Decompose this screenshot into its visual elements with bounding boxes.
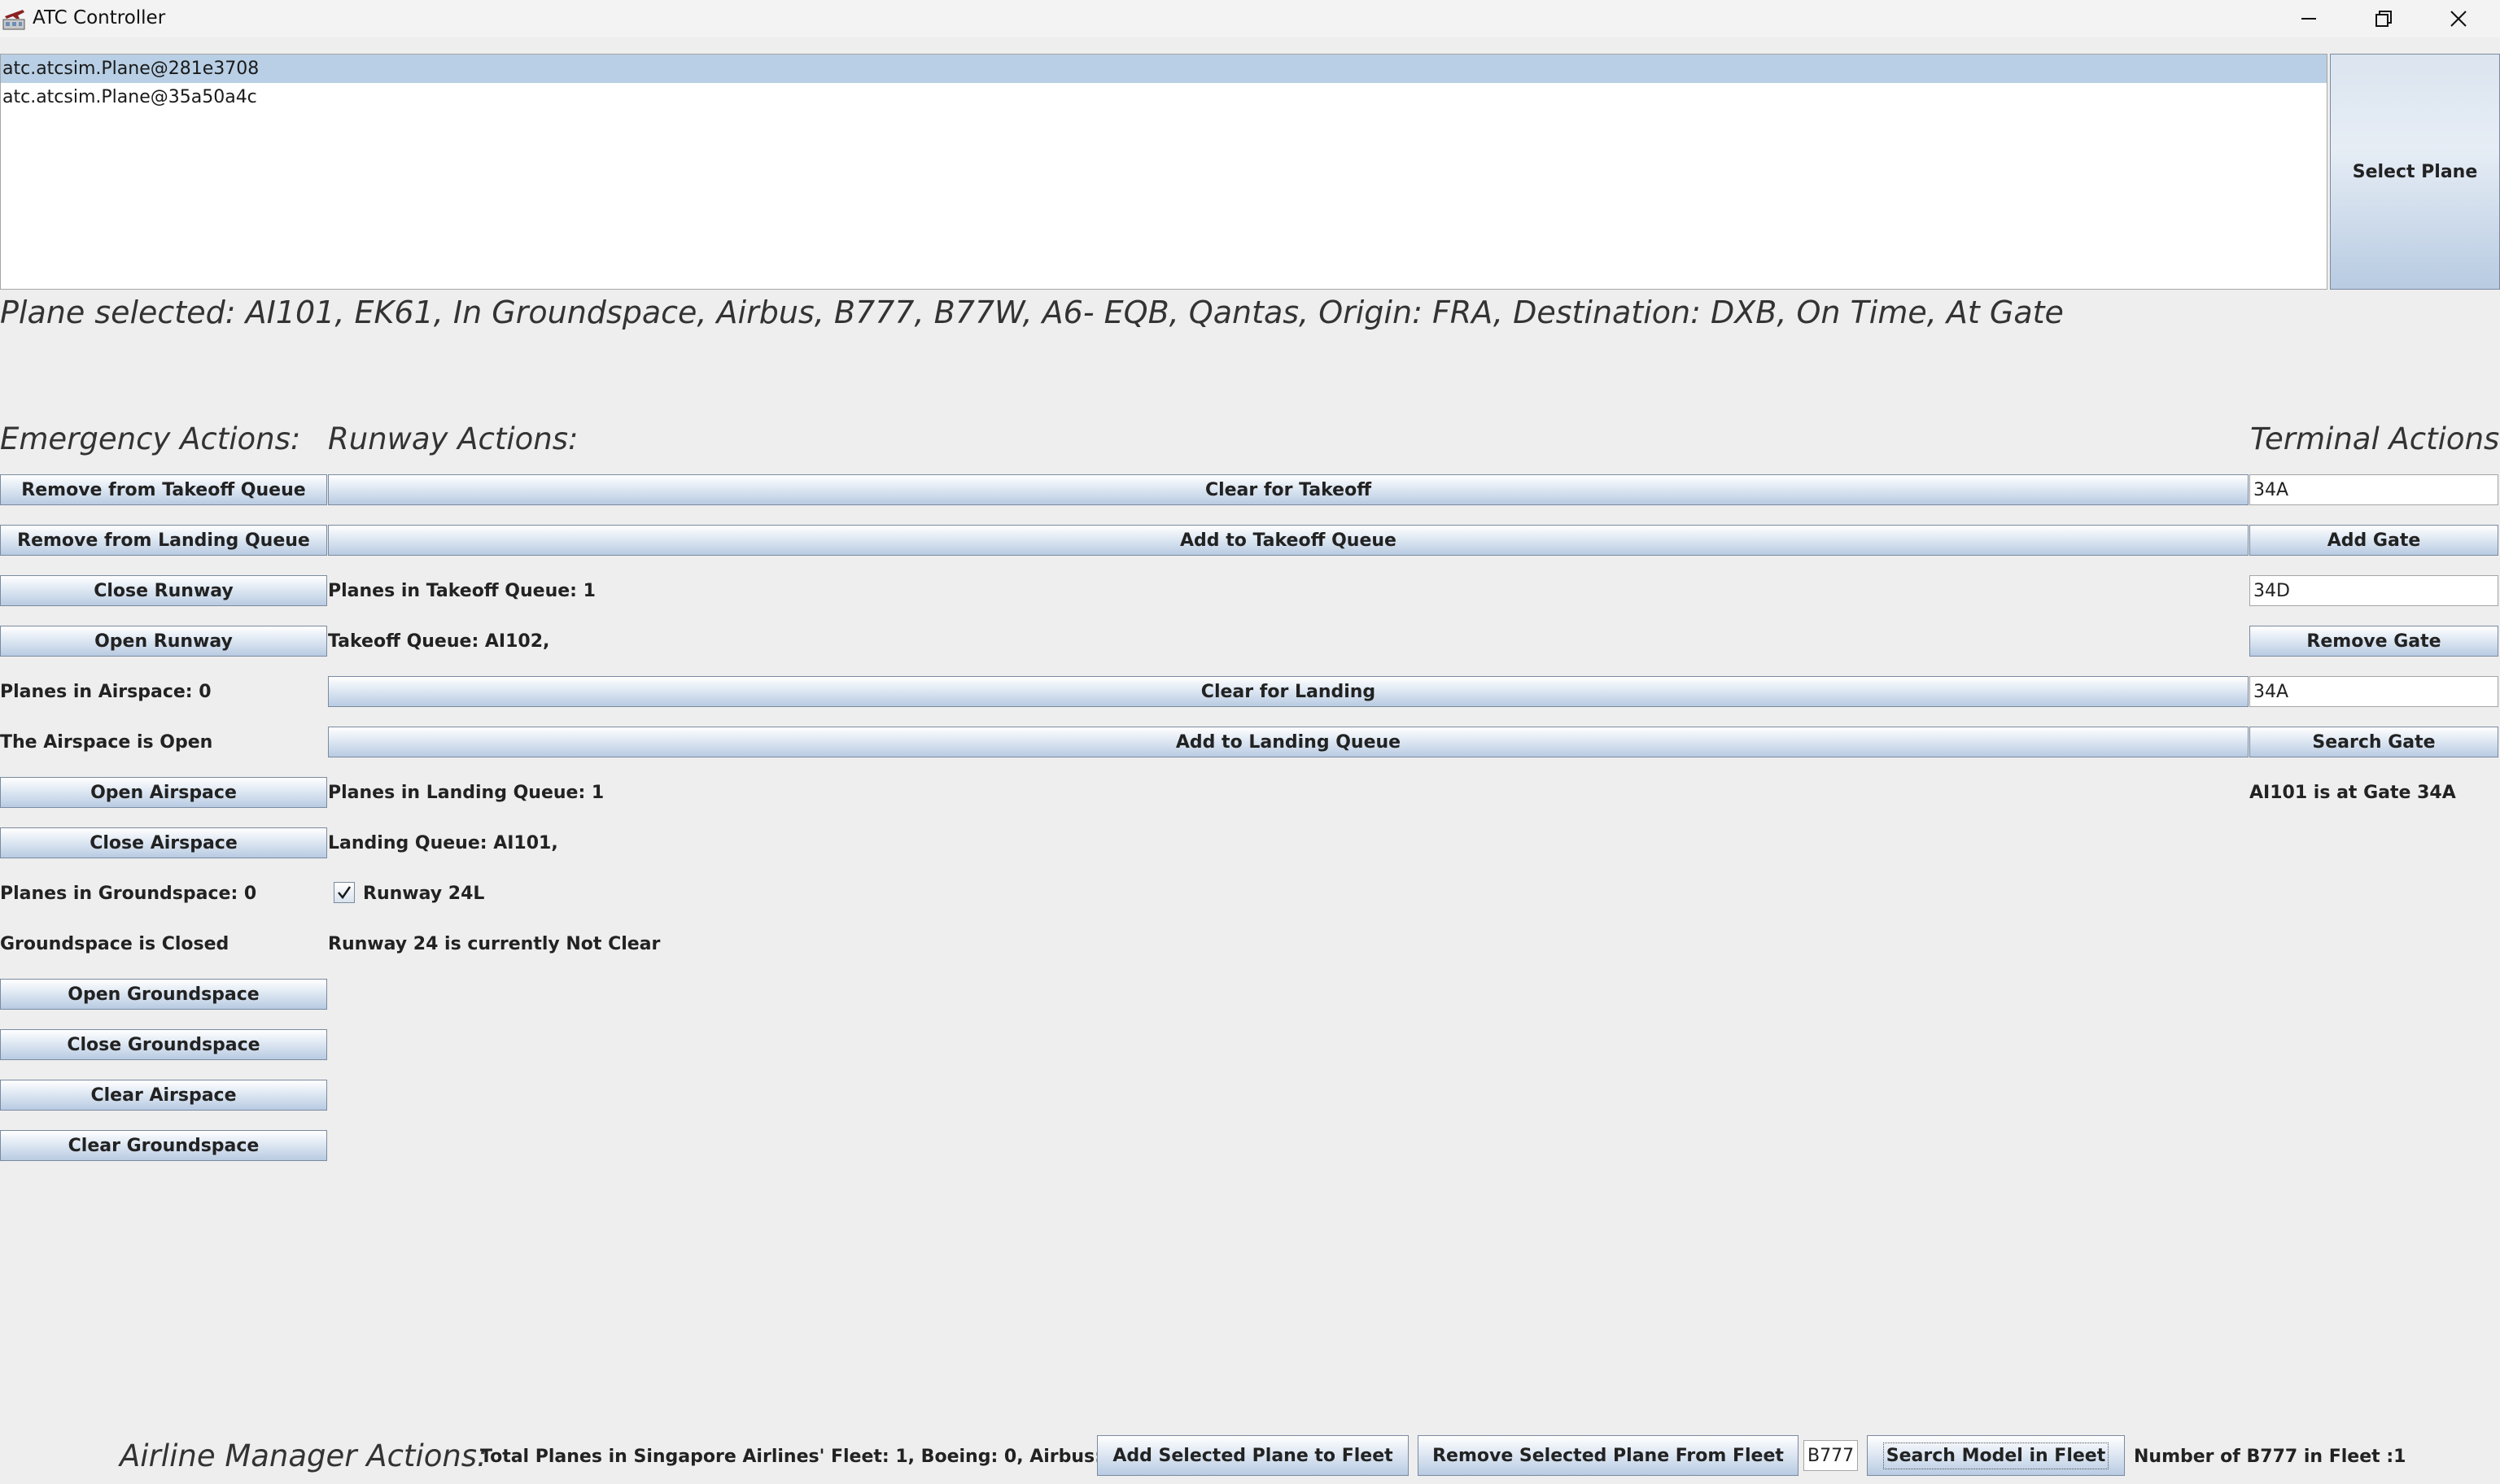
add-gate-input[interactable]: 34A — [2249, 474, 2498, 505]
gate-search-result-label: AI101 is at Gate 34A — [2249, 783, 2456, 803]
clear-airspace-button[interactable]: Clear Airspace — [0, 1080, 327, 1111]
restore-button[interactable] — [2346, 0, 2421, 37]
select-plane-button[interactable]: Select Plane — [2330, 54, 2500, 290]
open-runway-button[interactable]: Open Runway — [0, 626, 327, 657]
plane-list[interactable]: atc.atcsim.Plane@281e3708 atc.atcsim.Pla… — [0, 54, 2327, 290]
search-model-in-fleet-button[interactable]: Search Model in Fleet — [1867, 1435, 2125, 1476]
runway-24l-checkbox[interactable] — [334, 882, 355, 903]
emergency-actions-heading: Emergency Actions: — [0, 421, 301, 456]
search-gate-input[interactable]: 34A — [2249, 676, 2498, 707]
add-to-takeoff-queue-button[interactable]: Add to Takeoff Queue — [328, 525, 2249, 556]
add-gate-button[interactable]: Add Gate — [2249, 525, 2498, 556]
planes-in-groundspace-label: Planes in Groundspace: 0 — [0, 884, 257, 904]
groundspace-status-label: Groundspace is Closed — [0, 934, 229, 954]
plane-list-item[interactable]: atc.atcsim.Plane@281e3708 — [1, 55, 2327, 83]
planes-in-landing-queue-label: Planes in Landing Queue: 1 — [328, 783, 605, 803]
minimize-button[interactable] — [2271, 0, 2346, 37]
remove-gate-button[interactable]: Remove Gate — [2249, 626, 2498, 657]
restore-icon — [2375, 11, 2392, 27]
close-icon — [2450, 11, 2467, 27]
minimize-icon — [2301, 18, 2316, 20]
search-gate-button[interactable]: Search Gate — [2249, 727, 2498, 757]
close-runway-button[interactable]: Close Runway — [0, 575, 327, 606]
fleet-summary-label: Total Planes in Singapore Airlines' Flee… — [480, 1447, 1121, 1467]
plane-list-item[interactable]: atc.atcsim.Plane@35a50a4c — [1, 83, 2327, 111]
runway-24l-label[interactable]: Runway 24L — [363, 884, 484, 904]
clear-for-landing-button[interactable]: Clear for Landing — [328, 676, 2249, 707]
terminal-actions-heading: Terminal Actions: — [2250, 421, 2500, 456]
remove-gate-input[interactable]: 34D — [2249, 575, 2498, 606]
landing-queue-label: Landing Queue: AI101, — [328, 833, 558, 853]
airline-manager-actions-heading: Airline Manager Actions: — [120, 1438, 487, 1473]
clear-for-takeoff-button[interactable]: Clear for Takeoff — [328, 474, 2249, 505]
runway-actions-heading: Runway Actions: — [328, 421, 579, 456]
add-to-landing-queue-button[interactable]: Add to Landing Queue — [328, 727, 2249, 757]
selected-plane-info: Plane selected: AI101, EK61, In Groundsp… — [0, 295, 2064, 330]
window-title: ATC Controller — [33, 7, 166, 28]
close-window-button[interactable] — [2421, 0, 2496, 37]
runway-status-label: Runway 24 is currently Not Clear — [328, 934, 661, 954]
open-airspace-button[interactable]: Open Airspace — [0, 777, 327, 808]
model-count-result-label: Number of B777 in Fleet :1 — [2134, 1447, 2406, 1467]
atc-controller-window: ATC Controller atc.atcsim.Plane@281e3708… — [0, 0, 2500, 1484]
close-groundspace-button[interactable]: Close Groundspace — [0, 1029, 327, 1060]
title-bar: ATC Controller — [0, 0, 2500, 37]
planes-in-airspace-label: Planes in Airspace: 0 — [0, 682, 212, 702]
takeoff-queue-label: Takeoff Queue: AI102, — [328, 631, 550, 652]
clear-groundspace-button[interactable]: Clear Groundspace — [0, 1130, 327, 1161]
close-airspace-button[interactable]: Close Airspace — [0, 827, 327, 858]
planes-in-takeoff-queue-label: Planes in Takeoff Queue: 1 — [328, 581, 596, 601]
search-model-in-fleet-label: Search Model in Fleet — [1882, 1442, 2109, 1469]
airspace-status-label: The Airspace is Open — [0, 732, 213, 753]
open-groundspace-button[interactable]: Open Groundspace — [0, 979, 327, 1010]
add-selected-plane-to-fleet-button[interactable]: Add Selected Plane to Fleet — [1097, 1435, 1409, 1476]
remove-from-takeoff-queue-button[interactable]: Remove from Takeoff Queue — [0, 474, 327, 505]
checkmark-icon — [338, 886, 352, 900]
fleet-model-input[interactable]: B777 — [1803, 1440, 1858, 1471]
remove-from-landing-queue-button[interactable]: Remove from Landing Queue — [0, 525, 327, 556]
remove-selected-plane-from-fleet-button[interactable]: Remove Selected Plane From Fleet — [1418, 1435, 1799, 1476]
airplane-app-icon — [2, 7, 28, 31]
